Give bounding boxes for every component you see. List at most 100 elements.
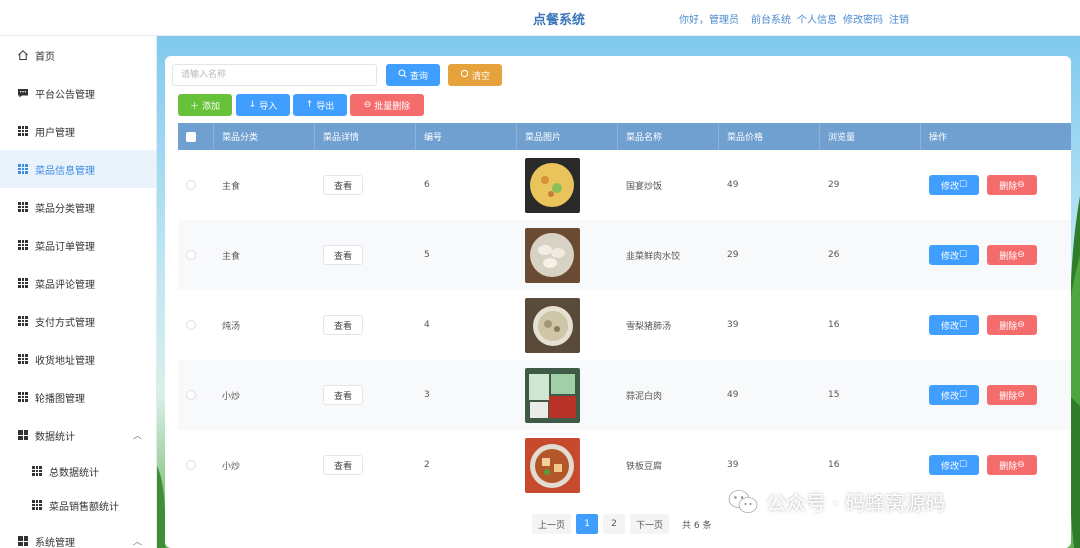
prev-page-button[interactable]: 上一页 [532,514,572,534]
chevron-up-icon: ︿ [132,537,142,548]
select-all-checkbox[interactable] [186,131,196,142]
delete-button[interactable]: 删除 ⊖ [987,315,1037,335]
sidebar-item-carousel[interactable]: 轮播图管理 [0,378,156,416]
chevron-up-icon: ︿ [132,431,142,442]
edit-button[interactable]: 修改 ☐ [929,455,979,475]
price-cell: 49 [727,390,739,400]
sidebar-item-sales-stats[interactable]: 菜品销售额统计 [0,488,156,522]
delete-button[interactable]: 删除 ⊖ [987,385,1037,405]
column-header: 菜品详情 [315,123,416,150]
minus-circle-icon: ⊖ [363,100,372,110]
page-number-1[interactable]: 1 [576,514,599,534]
edit-button[interactable]: 修改 ☐ [929,385,979,405]
category-cell: 炖汤 [222,321,241,332]
add-button[interactable]: ＋ 添加 [178,94,232,116]
sidebar-item-dish-orders[interactable]: 菜品订单管理 [0,226,156,264]
edit-icon: ☐ [958,460,968,470]
row-checkbox[interactable] [186,250,196,260]
delete-button-label: 删除 [999,461,1018,472]
minus-circle-icon: ⊖ [1017,390,1025,400]
export-button[interactable]: ↑ 导出 [293,94,347,116]
search-icon [398,69,407,81]
edit-icon: ☐ [958,250,968,260]
minus-circle-icon: ⊖ [1017,320,1025,330]
price-cell: 39 [727,320,739,330]
id-cell: 6 [424,180,430,190]
sidebar-item-address[interactable]: 收货地址管理 [0,340,156,378]
row-checkbox[interactable] [186,180,196,190]
delete-button[interactable]: 删除 ⊖ [987,245,1037,265]
sidebar-item-announcements[interactable]: 平台公告管理 [0,74,156,112]
id-cell: 3 [424,390,430,400]
id-cell: 4 [424,320,430,330]
dish-name-cell: 韭菜鲜肉水饺 [626,251,681,262]
sidebar-item-payment[interactable]: 支付方式管理 [0,302,156,340]
column-header: 菜品名称 [618,123,719,150]
row-checkbox[interactable] [186,390,196,400]
watermark: 公众号 · 码蜂窝源码 [728,487,945,516]
view-detail-button[interactable]: 查看 [323,315,363,335]
page-number-2[interactable]: 2 [603,514,626,534]
sidebar-item-label: 收货地址管理 [35,355,95,367]
grid-icon [17,239,29,251]
category-cell: 小炒 [222,391,241,402]
batch-delete-button-label: 批量删除 [374,101,411,112]
next-page-button[interactable]: 下一页 [630,514,670,534]
table-row: 主食 查看 5 韭菜鲜肉水饺 29 26 修改 ☐ 删除 ⊖ [178,220,1071,290]
delete-button-label: 删除 [999,181,1018,192]
query-button[interactable]: 查询 [386,64,440,86]
grid2-icon [17,535,29,547]
view-detail-button[interactable]: 查看 [323,175,363,195]
edit-button[interactable]: 修改 ☐ [929,175,979,195]
delete-button[interactable]: 删除 ⊖ [987,175,1037,195]
row-checkbox[interactable] [186,460,196,470]
home-icon [17,49,29,61]
search-input[interactable] [172,64,377,86]
sidebar-item-total-stats[interactable]: 总数据统计 [0,454,156,488]
minus-circle-icon: ⊖ [1017,460,1025,470]
export-button-label: 导出 [316,101,335,112]
greeting-text: 你好，管理员 [679,15,739,26]
profile-link[interactable]: 个人信息 [797,11,837,26]
table-row: 炖汤 查看 4 雪梨猪肺汤 39 16 修改 ☐ 删除 ⊖ [178,290,1071,360]
grid-icon [31,465,43,477]
import-button[interactable]: ↓ 导入 [236,94,290,116]
views-cell: 29 [828,180,840,190]
price-cell: 49 [727,180,739,190]
import-button-label: 导入 [259,101,278,112]
delete-button-label: 删除 [999,251,1018,262]
views-cell: 15 [828,390,840,400]
category-cell: 小炒 [222,461,241,472]
sidebar-item-dish-info[interactable]: 菜品信息管理 [0,150,156,188]
sidebar-item-dish-comments[interactable]: 菜品评论管理 [0,264,156,302]
sidebar-item-users[interactable]: 用户管理 [0,112,156,150]
edit-button-label: 修改 [940,321,959,332]
top-header: 点餐系统 你好，管理员 前台系统 个人信息 修改密码 注销 [0,0,1080,36]
view-detail-button[interactable]: 查看 [323,385,363,405]
sidebar-item-label: 菜品分类管理 [35,203,95,215]
select-all-cell[interactable] [178,123,214,150]
delete-button[interactable]: 删除 ⊖ [987,455,1037,475]
sidebar-item-home[interactable]: 首页 [0,36,156,74]
clear-button[interactable]: 清空 [448,64,502,86]
sidebar-group-statistics[interactable]: 数据统计 ︿ [0,416,156,454]
sidebar-group-system[interactable]: 系统管理 ︿ [0,522,156,548]
view-detail-button[interactable]: 查看 [323,455,363,475]
edit-icon: ☐ [958,390,968,400]
edit-button[interactable]: 修改 ☐ [929,315,979,335]
logout-link[interactable]: 注销 [889,11,909,26]
view-detail-button[interactable]: 查看 [323,245,363,265]
sidebar-item-label: 支付方式管理 [35,317,95,329]
sidebar-item-label: 数据统计 [35,431,75,443]
pagination: 上一页 1 2 下一页 共 6 条 [532,514,711,534]
frontend-link[interactable]: 前台系统 [751,11,791,26]
grid-icon [17,315,29,327]
sidebar-item-dish-category[interactable]: 菜品分类管理 [0,188,156,226]
batch-delete-button[interactable]: ⊖ 批量删除 [350,94,424,116]
change-password-link[interactable]: 修改密码 [843,11,883,26]
views-cell: 16 [828,320,840,330]
edit-button[interactable]: 修改 ☐ [929,245,979,265]
id-cell: 5 [424,250,430,260]
arrow-up-icon: ↑ [305,100,314,110]
row-checkbox[interactable] [186,320,196,330]
